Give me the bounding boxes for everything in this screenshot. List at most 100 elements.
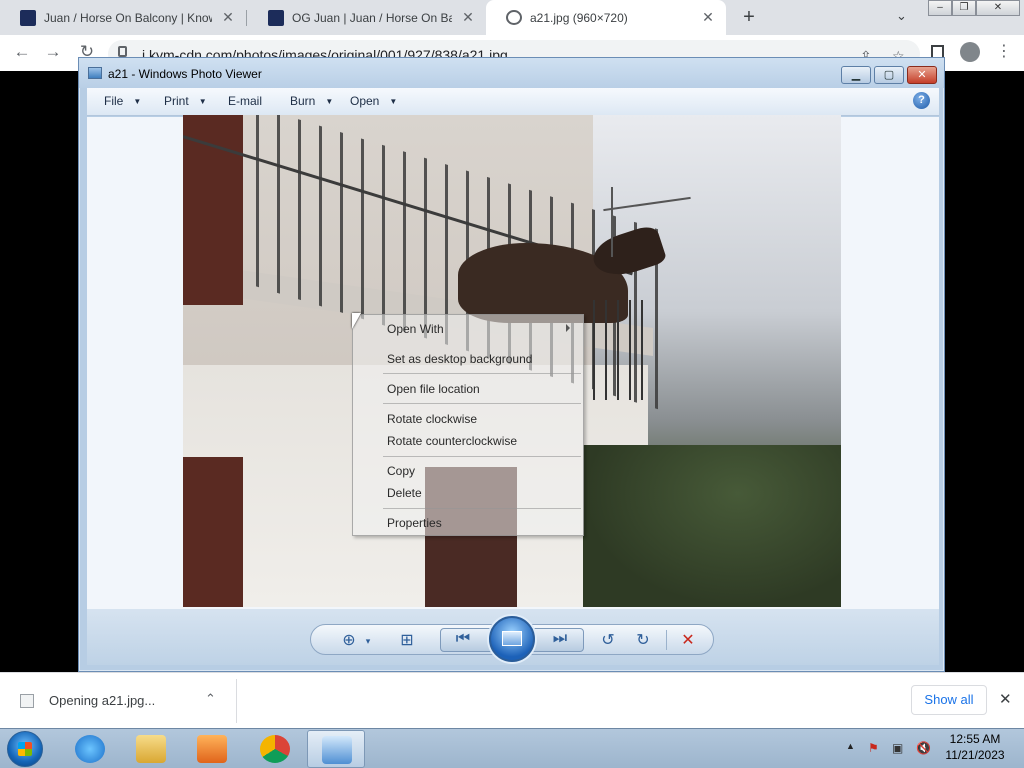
photo-antenna-mast (611, 187, 613, 257)
menu-file[interactable]: File ▼ (104, 94, 141, 108)
action-center-flag-icon[interactable]: ⚑ (868, 741, 882, 755)
menu-label: E-mail (228, 94, 263, 108)
show-hidden-icons-icon[interactable]: ▲ (846, 741, 855, 751)
menu-label: Open (350, 94, 380, 108)
menu-label: Print (164, 94, 189, 108)
ctx-properties[interactable]: Properties (387, 516, 442, 530)
image-file-icon (20, 694, 34, 708)
taskbar-photo-viewer[interactable] (307, 730, 365, 768)
viewer-title: a21 - Windows Photo Viewer (108, 67, 262, 81)
tab-knowyourmeme[interactable]: Juan / Horse On Balcony | Know ✕ (0, 0, 246, 35)
dropdown-arrow-icon: ▼ (389, 96, 398, 106)
menu-separator (383, 403, 581, 404)
network-icon[interactable]: ▣ (892, 741, 906, 755)
tab-search-chevron-icon[interactable]: ⌄ (896, 8, 907, 24)
help-icon[interactable]: ? (913, 92, 930, 109)
tab-title: a21.jpg (960×720) (530, 10, 628, 25)
viewer-close-button[interactable]: ✕ (907, 66, 937, 84)
photo-side-railing (583, 300, 653, 400)
clock-date: 11/21/2023 (945, 748, 1005, 762)
browser-tab-strip: Juan / Horse On Balcony | Know ✕ OG Juan… (0, 0, 1024, 35)
folder-icon (136, 735, 166, 763)
viewer-maximize-button[interactable]: ▢ (874, 66, 904, 84)
mouse-cursor-icon (352, 313, 361, 329)
profile-avatar-icon[interactable] (960, 42, 980, 62)
slideshow-icon (502, 631, 522, 646)
kym-favicon-icon (268, 9, 284, 26)
taskbar-explorer[interactable] (122, 730, 180, 768)
close-tab-icon[interactable]: ✕ (220, 9, 236, 26)
ctx-open-with[interactable]: Open With (387, 322, 444, 336)
photo-shutter (183, 457, 243, 607)
taskbar-internet-explorer[interactable] (61, 730, 119, 768)
actual-size-icon[interactable]: ⊞ (396, 630, 418, 650)
next-icon[interactable]: ⏭ (549, 630, 571, 648)
menu-print[interactable]: Print ▼ (164, 94, 207, 108)
menu-label: File (104, 94, 124, 108)
chrome-menu-icon[interactable]: ⋮ (996, 41, 1012, 61)
delete-icon[interactable]: ✕ (677, 630, 699, 650)
chevron-up-icon[interactable]: ⌃ (205, 691, 216, 707)
back-arrow-icon[interactable]: ← (11, 42, 33, 62)
show-all-button[interactable]: Show all (911, 685, 987, 715)
viewer-title-bar[interactable]: a21 - Windows Photo Viewer ▁ ▢ ✕ (79, 58, 944, 88)
ctx-rotate-counterclockwise[interactable]: Rotate counterclockwise (387, 434, 517, 448)
viewer-minimize-button[interactable]: ▁ (841, 66, 871, 84)
zoom-dropdown-arrow-icon[interactable]: ▾ (357, 636, 379, 647)
control-separator (666, 630, 667, 650)
chrome-icon (260, 735, 290, 763)
menu-open[interactable]: Open ▼ (350, 94, 397, 108)
kym-favicon-icon (20, 9, 36, 26)
minimize-button[interactable]: – (928, 0, 952, 16)
new-tab-button[interactable]: + (738, 6, 760, 29)
ctx-copy[interactable]: Copy (387, 464, 415, 478)
ctx-open-file-location[interactable]: Open file location (387, 382, 480, 396)
ctx-rotate-clockwise[interactable]: Rotate clockwise (387, 412, 477, 426)
download-status[interactable]: Opening a21.jpg... (49, 693, 155, 708)
submenu-arrow-icon (566, 324, 570, 332)
close-download-bar-icon[interactable]: ✕ (999, 690, 1012, 708)
tab-separator (246, 10, 247, 26)
dropdown-arrow-icon: ▼ (133, 96, 142, 106)
context-menu: Open With Set as desktop background Open… (352, 314, 584, 536)
photo-trees (583, 445, 841, 607)
close-tab-icon[interactable]: ✕ (460, 9, 476, 26)
tab-a21-image[interactable]: a21.jpg (960×720) ✕ (486, 0, 726, 35)
download-bar: Opening a21.jpg... ⌃ Show all ✕ (0, 672, 1024, 728)
close-tab-icon[interactable]: ✕ (700, 9, 716, 26)
tab-title: OG Juan | Juan / Horse On Balco (292, 10, 452, 25)
ctx-delete[interactable]: Delete (387, 486, 422, 500)
viewer-menu-bar: File ▼ Print ▼ E-mail Burn ▼ Open ▼ ? (87, 88, 939, 116)
rotate-counterclockwise-icon[interactable]: ↺ (597, 630, 619, 650)
photo-viewer-icon (322, 736, 352, 764)
taskbar-media-player[interactable] (183, 730, 241, 768)
menu-burn[interactable]: Burn ▼ (290, 94, 333, 108)
menu-separator (383, 456, 581, 457)
taskbar-chrome[interactable] (246, 730, 304, 768)
previous-icon[interactable]: ⏮ (452, 630, 474, 648)
menu-separator (383, 508, 581, 509)
rotate-clockwise-icon[interactable]: ↻ (632, 630, 654, 650)
menu-email[interactable]: E-mail (228, 94, 262, 108)
dropdown-arrow-icon: ▼ (325, 96, 334, 106)
forward-arrow-icon[interactable]: → (42, 42, 64, 62)
close-window-button[interactable]: ✕ (976, 0, 1020, 16)
clock-time: 12:55 AM (949, 732, 1001, 746)
restore-button[interactable]: ❐ (952, 0, 976, 16)
tab-title: Juan / Horse On Balcony | Know (44, 10, 212, 25)
globe-icon (506, 10, 522, 25)
menu-separator (383, 373, 581, 374)
lock-icon[interactable] (118, 46, 127, 57)
ctx-set-desktop-background[interactable]: Set as desktop background (387, 352, 532, 366)
photo-viewer-app-icon (88, 67, 102, 79)
dropdown-arrow-icon: ▼ (198, 96, 207, 106)
media-player-icon (197, 735, 227, 763)
photo-antenna (603, 196, 691, 212)
internet-explorer-icon (75, 735, 105, 763)
taskbar-clock[interactable]: 12:55 AM 11/21/2023 (940, 731, 1010, 763)
start-button[interactable] (7, 731, 43, 767)
slideshow-button[interactable] (489, 616, 535, 662)
menu-label: Burn (290, 94, 316, 108)
volume-muted-icon[interactable]: 🔇 (916, 741, 931, 755)
tab-og-juan[interactable]: OG Juan | Juan / Horse On Balco ✕ (248, 0, 486, 35)
